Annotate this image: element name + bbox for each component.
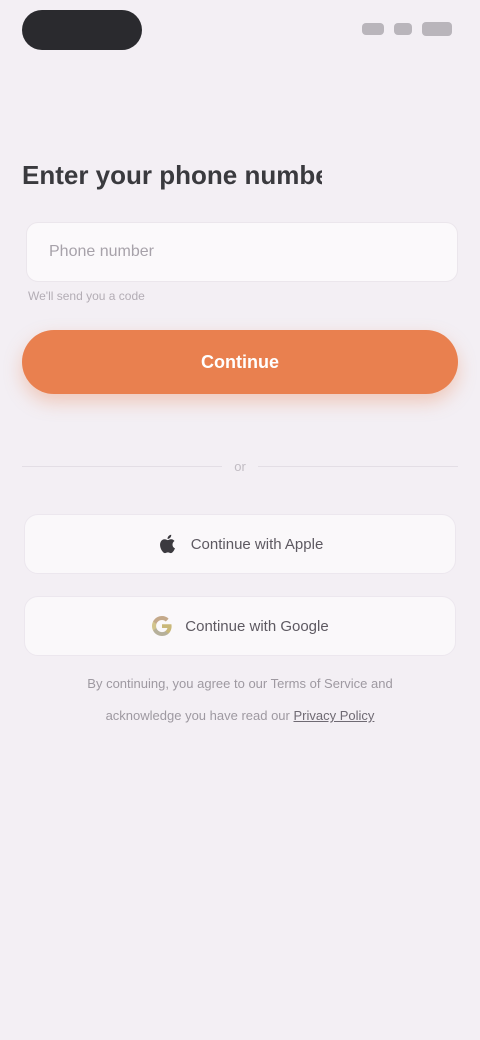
divider-text: or bbox=[234, 458, 246, 474]
login-screen: Enter your phone number We'll send you a… bbox=[0, 0, 480, 1040]
google-icon bbox=[151, 615, 173, 637]
or-divider: or bbox=[22, 456, 458, 476]
signal-icon bbox=[362, 23, 384, 35]
battery-icon bbox=[422, 22, 452, 36]
helper-text: We'll send you a code bbox=[28, 289, 145, 303]
terms-text-line-2: acknowledge you have read our Privacy Po… bbox=[22, 708, 458, 726]
terms-text-prefix: acknowledge you have read our bbox=[105, 708, 294, 723]
privacy-policy-link[interactable]: Privacy Policy bbox=[293, 708, 374, 723]
continue-with-google-button[interactable]: Continue with Google bbox=[24, 596, 456, 656]
continue-with-apple-button[interactable]: Continue with Apple bbox=[24, 514, 456, 574]
phone-number-input[interactable] bbox=[26, 222, 458, 282]
page-title: Enter your phone number bbox=[22, 160, 322, 190]
apple-button-label: Continue with Apple bbox=[190, 535, 324, 553]
wifi-icon bbox=[394, 23, 412, 35]
apple-icon bbox=[157, 533, 179, 555]
google-button-label: Continue with Google bbox=[185, 617, 329, 635]
divider-line-right bbox=[257, 465, 458, 467]
continue-button[interactable]: Continue bbox=[22, 330, 458, 394]
status-bar-indicators bbox=[362, 22, 452, 36]
status-bar-time-pill bbox=[22, 10, 142, 50]
terms-text-line-1: By continuing, you agree to our Terms of… bbox=[87, 676, 393, 691]
divider-line-left bbox=[22, 465, 223, 467]
